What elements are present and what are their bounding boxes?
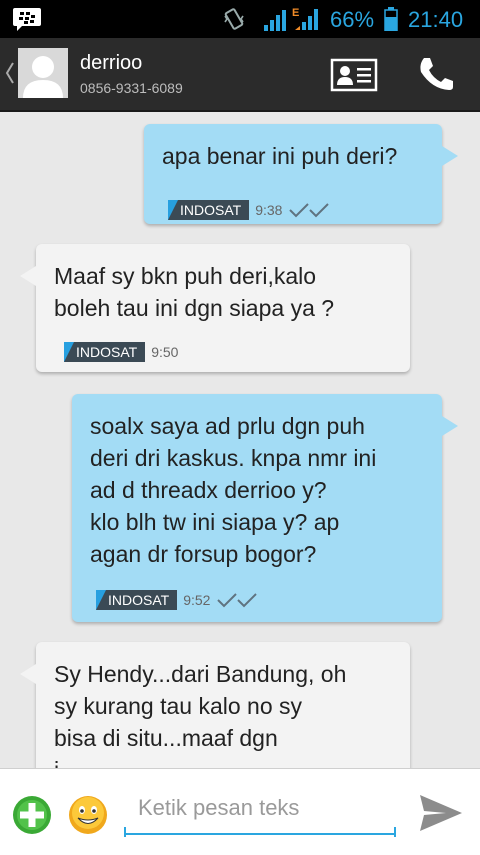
message-meta: INDOSAT 9:38 [168,200,334,220]
status-bar: E 66% 21:40 [0,0,480,38]
avatar[interactable] [18,48,68,98]
contact-card-icon[interactable] [330,58,378,92]
message-bubble-outgoing[interactable]: soalx saya ad prlu dgn puh deri dri kask… [72,394,458,622]
carrier-badge: INDOSAT [64,342,146,362]
contact-name: derrioo [80,52,143,74]
message-bubble-incoming[interactable]: Sy Hendy...dari Bandung, oh sy kurang ta… [20,642,410,768]
signal-icon [264,10,286,31]
message-meta: INDOSAT 9:52 [96,590,262,610]
plus-icon[interactable] [12,795,52,835]
chevron-left-icon[interactable] [4,60,16,86]
clock: 21:40 [408,7,464,32]
conversation-header: derrioo 0856-9331-6089 [0,38,480,112]
message-time: 9:50 [151,344,179,360]
battery-percent: 66% [330,7,375,32]
carrier-badge: INDOSAT [168,200,250,220]
network-type-label: E [292,7,299,19]
smiley-icon[interactable] [68,795,108,835]
message-list[interactable]: apa benar ini puh deri? INDOSAT 9:38 Maa… [0,112,480,768]
input-underline-corner [124,827,126,837]
phone-icon[interactable] [414,54,458,94]
compose-bar [0,768,480,855]
message-bubble-incoming[interactable]: Maaf sy bkn puh deri,kalo boleh tau ini … [20,244,410,372]
delivered-ticks-icon [289,203,330,218]
message-text: Sy Hendy...dari Bandung, oh sy kurang ta… [54,661,347,768]
message-bubble-outgoing[interactable]: apa benar ini puh deri? INDOSAT 9:38 [144,124,458,224]
bubble-tail [20,664,36,684]
message-text: apa benar ini puh deri? [162,143,398,169]
vibrate-icon [224,8,244,30]
person-icon [23,56,63,98]
delivered-ticks-icon [217,593,258,608]
message-text: soalx saya ad prlu dgn puh deri dri kask… [90,413,377,567]
bbm-icon [13,8,41,31]
signal-icon: E [292,7,318,30]
message-time: 9:52 [183,592,211,608]
message-time: 9:38 [255,202,283,218]
message-meta: INDOSAT 9:50 [64,342,178,362]
bubble-tail [442,416,458,436]
message-input[interactable] [126,783,396,835]
battery-icon [384,7,398,31]
send-icon[interactable] [416,791,466,835]
message-text: Maaf sy bkn puh deri,kalo boleh tau ini … [54,263,335,321]
bubble-tail [442,146,458,166]
contact-number: 0856-9331-6089 [80,80,183,96]
input-underline-corner [394,827,396,837]
carrier-badge: INDOSAT [96,590,178,610]
bubble-tail [20,266,36,286]
